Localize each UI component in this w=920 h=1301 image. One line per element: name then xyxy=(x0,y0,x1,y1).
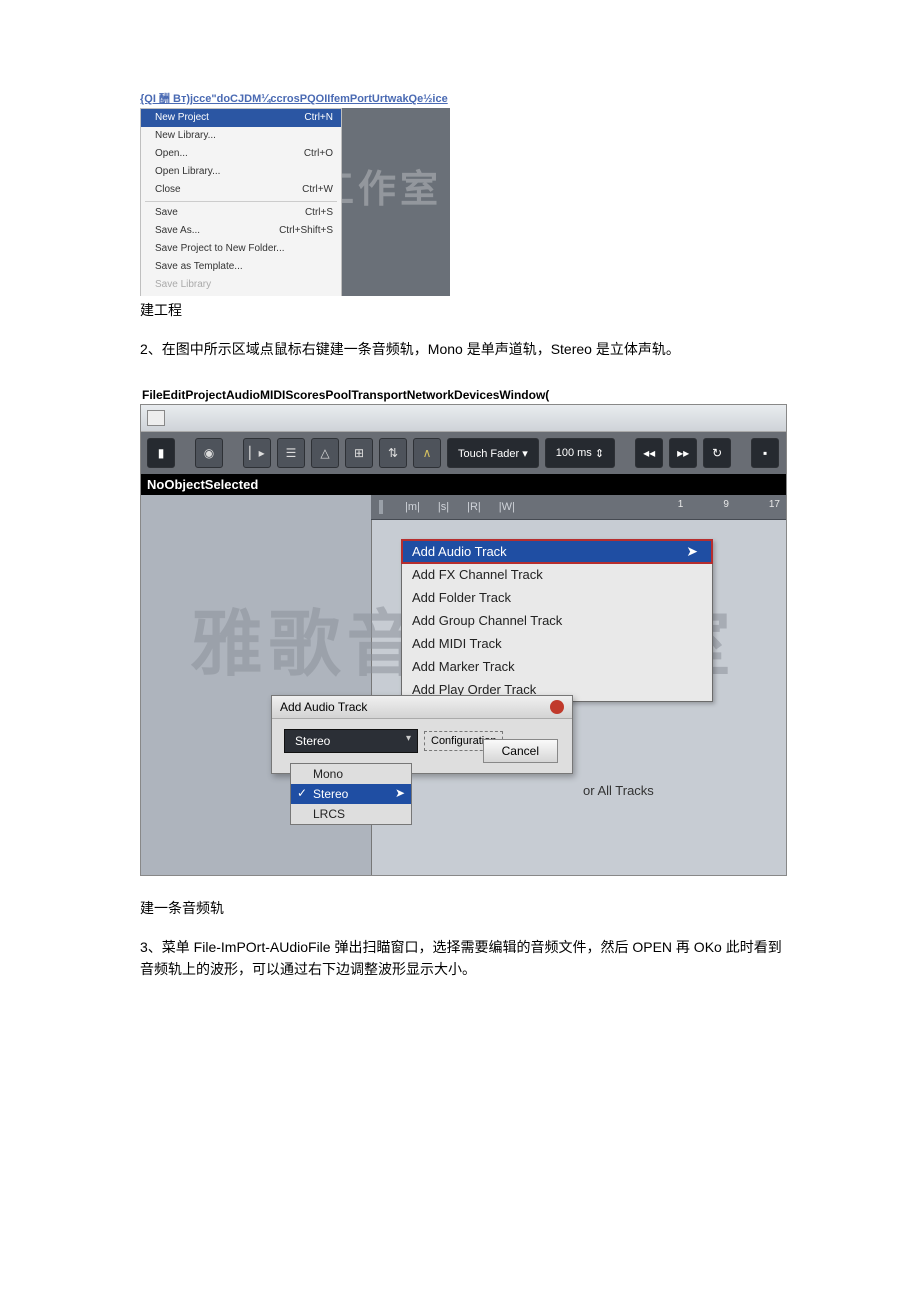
menu-item-save-as[interactable]: Save As... Ctrl+Shift+S xyxy=(141,222,341,240)
configuration-dropdown-list: Mono Stereo ➤ LRCS xyxy=(290,763,412,825)
dialog-title: Add Audio Track xyxy=(280,700,367,714)
toolbar-button[interactable]: △ xyxy=(311,438,339,468)
track-area[interactable]: |m| |s| |R| |W| 1 9 17 雅歌音乐工作室 Add Audio… xyxy=(141,495,786,875)
toolbar-button[interactable]: ⇅ xyxy=(379,438,407,468)
or-all-tracks-label: or All Tracks xyxy=(583,783,654,798)
header-garbled-line: {QI 酬 Bт)jcce"doCJDM¼ccrosPQOIIfemPortUr… xyxy=(140,90,790,106)
opt-stereo[interactable]: Stereo ➤ xyxy=(291,784,411,804)
screenshot-add-track: ▮ ◉ ▏▸ ☰ △ ⊞ ⇅ ∧ Touch Fader ▾ 100 ms ⇕ … xyxy=(140,404,787,876)
system-menu-icon[interactable] xyxy=(147,410,165,426)
menu-item-label: Save as Template... xyxy=(155,261,243,273)
menu-item-shortcut: Ctrl+N xyxy=(304,112,333,124)
cursor-icon: ➤ xyxy=(395,786,405,800)
ctx-add-midi-track[interactable]: Add MIDI Track xyxy=(402,632,712,655)
toolbar-button[interactable]: ⊞ xyxy=(345,438,373,468)
touch-fader-dropdown[interactable]: Touch Fader ▾ xyxy=(447,438,539,468)
menu-item-new-library[interactable]: New Library... xyxy=(141,127,341,145)
opt-mono[interactable]: Mono xyxy=(291,764,411,784)
menu-item-label: New Project xyxy=(155,112,209,124)
menu-item-open-library[interactable]: Open Library... xyxy=(141,163,341,181)
hdr-token: |W| xyxy=(499,501,515,513)
menu-item-label: Save As... xyxy=(155,225,200,237)
menu-item-label: Save Library xyxy=(155,279,211,291)
ctx-add-group-track[interactable]: Add Group Channel Track xyxy=(402,609,712,632)
caption-build-project: 建工程 xyxy=(140,300,790,320)
paragraph-step2: 2、在图中所示区域点鼠标右键建一条音频轨，Mono 是单声道轨，Stereo 是… xyxy=(140,338,790,360)
ctx-label: Add Audio Track xyxy=(412,544,507,559)
toolbar-button[interactable]: ▮ xyxy=(147,438,175,468)
menu-item-label: Save Project to New Folder... xyxy=(155,243,285,255)
prev-button[interactable]: ◂◂ xyxy=(635,438,663,468)
ctx-add-marker-track[interactable]: Add Marker Track xyxy=(402,655,712,678)
caption-build-audio-track: 建一条音频轨 xyxy=(140,898,790,918)
ctx-add-audio-track[interactable]: Add Audio Track ➤ xyxy=(402,540,712,563)
ruler: 1 9 17 xyxy=(678,499,780,510)
menu-item-label: Save xyxy=(155,207,178,219)
loop-button[interactable]: ↻ xyxy=(703,438,731,468)
ctx-add-folder-track[interactable]: Add Folder Track xyxy=(402,586,712,609)
ms-value: 100 ms xyxy=(556,447,592,459)
paragraph-step3: 3、菜单 File-ImPOrt-AUdioFile 弹出扫瞄窗口，选择需要编辑… xyxy=(140,936,790,980)
menu-item-shortcut: Ctrl+O xyxy=(304,148,333,160)
menu-item-label: Open... xyxy=(155,148,188,160)
hdr-token: |m| xyxy=(405,501,420,513)
screenshot-file-menu: 雅歌音乐工作室 New Project Ctrl+N New Library..… xyxy=(140,108,450,296)
play-icon[interactable]: ∧ xyxy=(413,438,441,468)
add-audio-track-dialog: Add Audio Track Stereo Configuration Mon… xyxy=(271,695,573,774)
cancel-button[interactable]: Cancel xyxy=(483,739,558,763)
menu-item-shortcut: Ctrl+Shift+S xyxy=(279,225,333,237)
hdr-token: |s| xyxy=(438,501,449,513)
menu-item-shortcut: Ctrl+W xyxy=(302,184,333,196)
menu-item-open[interactable]: Open... Ctrl+O xyxy=(141,145,341,163)
toolbar-button[interactable]: ☰ xyxy=(277,438,305,468)
ruler-mark: 9 xyxy=(723,499,729,510)
opt-label: Stereo xyxy=(313,787,348,801)
configuration-combo[interactable]: Stereo xyxy=(284,729,418,753)
file-menu: New Project Ctrl+N New Library... Open..… xyxy=(140,108,342,296)
menu-item-new-project[interactable]: New Project Ctrl+N xyxy=(141,109,341,127)
menubar-text: FileEditProjectAudioMIDIScoresPoolTransp… xyxy=(142,388,790,402)
info-bar: NoObjectSelected xyxy=(141,474,786,495)
window-titlebar xyxy=(141,405,786,432)
menu-item-label: Open Library... xyxy=(155,166,220,178)
toolbar-button[interactable]: ◉ xyxy=(195,438,223,468)
menu-item-save-new-folder[interactable]: Save Project to New Folder... xyxy=(141,240,341,258)
cursor-icon: ➤ xyxy=(686,543,698,560)
menu-item-shortcut: Ctrl+S xyxy=(305,207,333,219)
menu-item-label: Close xyxy=(155,184,181,196)
opt-lrcs[interactable]: LRCS xyxy=(291,804,411,824)
ctx-add-fx-track[interactable]: Add FX Channel Track xyxy=(402,563,712,586)
tracks-header: |m| |s| |R| |W| 1 9 17 xyxy=(371,495,786,520)
toolbar-button[interactable]: ▪ xyxy=(751,438,779,468)
menu-item-save[interactable]: Save Ctrl+S xyxy=(141,204,341,222)
toolbar: ▮ ◉ ▏▸ ☰ △ ⊞ ⇅ ∧ Touch Fader ▾ 100 ms ⇕ … xyxy=(141,432,786,474)
toolbar-button[interactable]: ▏▸ xyxy=(243,438,271,468)
menu-item-save-library: Save Library xyxy=(141,276,341,294)
close-icon[interactable] xyxy=(550,700,564,714)
ruler-mark: 1 xyxy=(678,499,684,510)
ms-spinner[interactable]: 100 ms ⇕ xyxy=(545,438,615,468)
menu-item-save-template[interactable]: Save as Template... xyxy=(141,258,341,276)
menu-item-close[interactable]: Close Ctrl+W xyxy=(141,181,341,199)
ruler-mark: 17 xyxy=(769,499,780,510)
hdr-token: |R| xyxy=(467,501,481,513)
dialog-titlebar: Add Audio Track xyxy=(272,696,572,719)
menu-separator xyxy=(145,201,337,202)
menu-item-label: New Library... xyxy=(155,130,216,142)
menu-item-revert: Revert xyxy=(141,294,341,296)
next-button[interactable]: ▸▸ xyxy=(669,438,697,468)
context-menu: Add Audio Track ➤ Add FX Channel Track A… xyxy=(401,539,713,702)
